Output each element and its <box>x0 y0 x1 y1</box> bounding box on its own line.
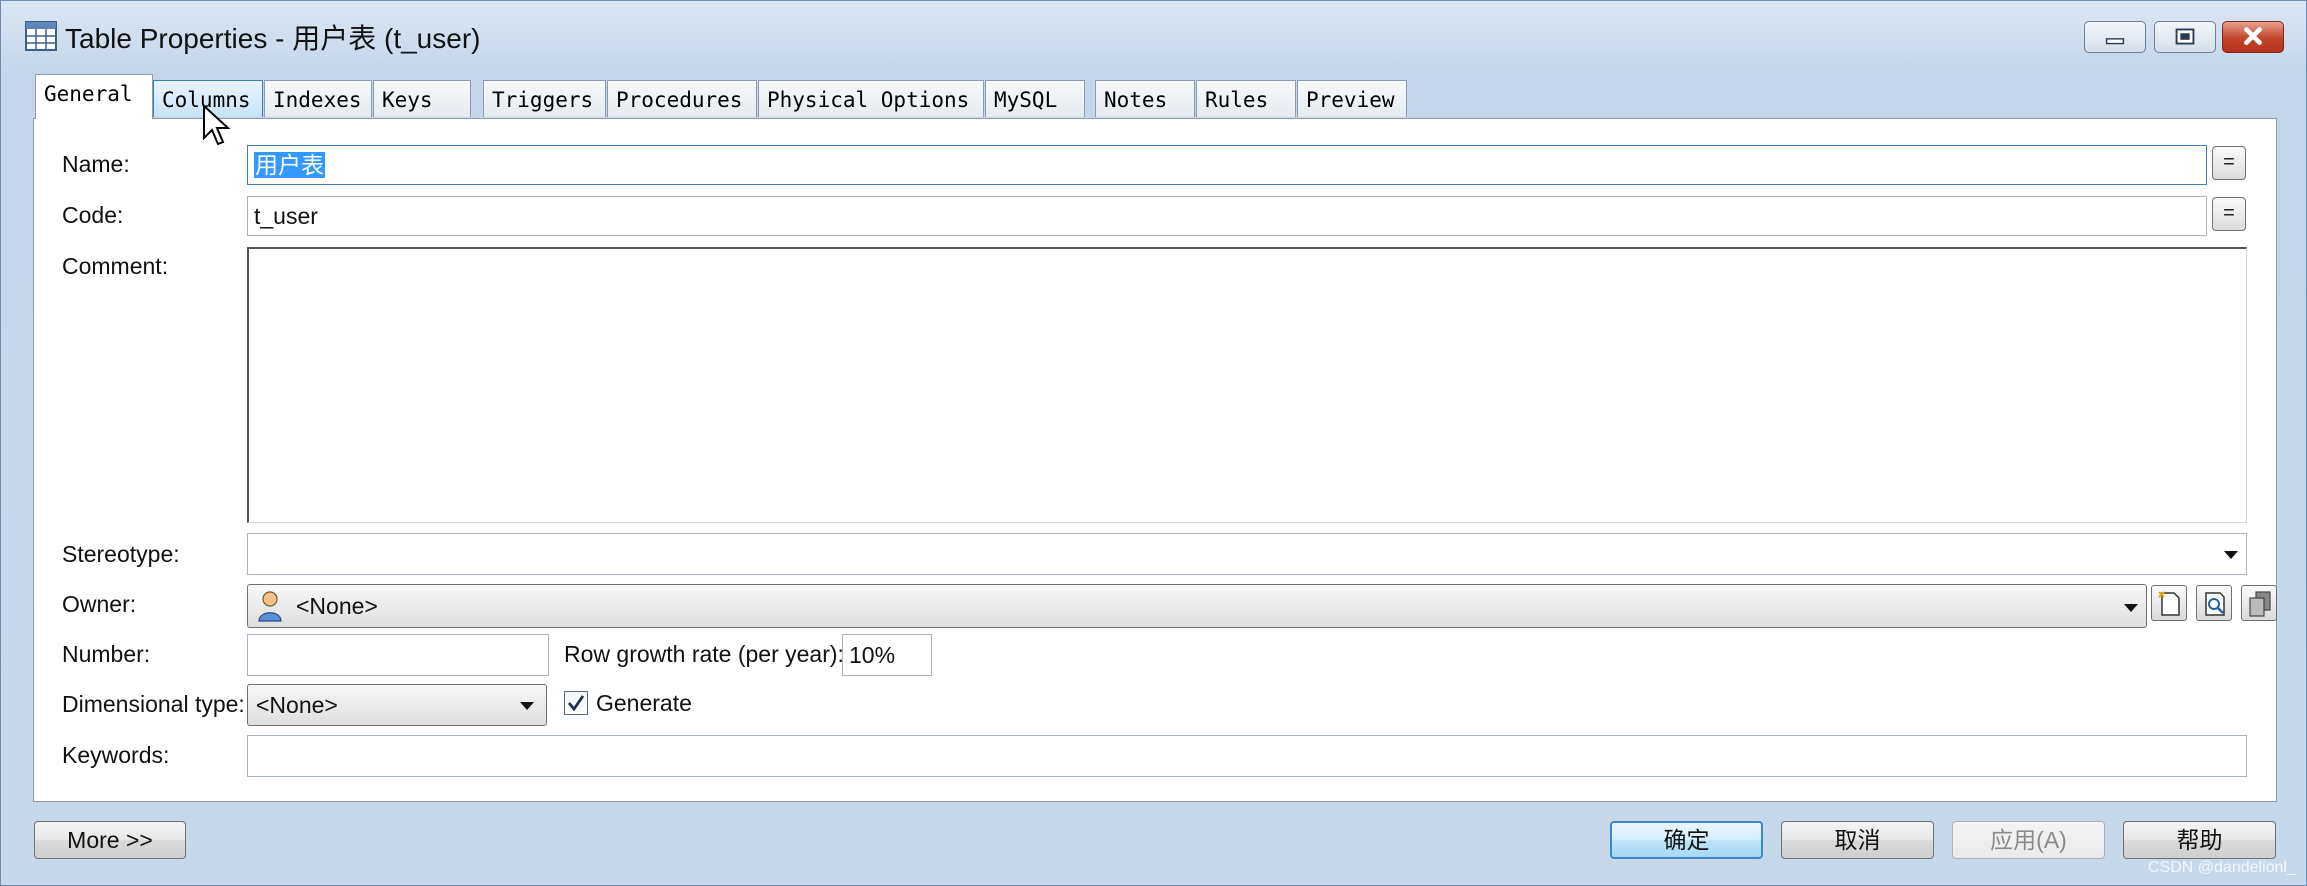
name-selected-text: 用户表 <box>254 152 325 178</box>
minimize-button[interactable] <box>2084 21 2146 53</box>
tab-keys[interactable]: Keys <box>373 80 471 117</box>
title-bar[interactable]: Table Properties - 用户表 (t_user) <box>1 1 2306 69</box>
dimensional-type-value: <None> <box>256 692 338 718</box>
name-label: Name: <box>62 151 130 177</box>
more-button[interactable]: More >> <box>34 821 186 859</box>
dimensional-type-select[interactable]: <None> <box>247 684 547 726</box>
help-button[interactable]: 帮助 <box>2123 821 2276 859</box>
new-document-icon <box>2158 591 2180 616</box>
new-owner-button[interactable] <box>2151 585 2187 621</box>
close-icon <box>2244 27 2262 45</box>
watermark: CSDN @dandelionl_ <box>2148 859 2296 876</box>
window-title: Table Properties - 用户表 (t_user) <box>65 23 481 54</box>
chevron-down-icon <box>520 702 534 710</box>
tab-indexes[interactable]: Indexes <box>264 80 372 117</box>
number-label: Number: <box>62 641 151 667</box>
tab-general[interactable]: General <box>35 74 153 119</box>
properties-icon <box>2249 591 2271 617</box>
tab-rules[interactable]: Rules <box>1196 80 1296 117</box>
minimize-icon <box>2105 38 2125 45</box>
chevron-down-icon <box>2124 604 2138 612</box>
tab-preview[interactable]: Preview <box>1297 80 1407 117</box>
search-document-icon <box>2205 592 2225 616</box>
code-input[interactable]: t_user <box>247 196 2207 236</box>
ok-button[interactable]: 确定 <box>1610 821 1763 859</box>
chevron-down-icon <box>2224 551 2238 559</box>
name-edit-button[interactable]: = <box>2212 146 2246 180</box>
owner-label: Owner: <box>62 591 137 617</box>
general-tab-panel: Name: 用户表 = Code: t_user = Comment: Ster… <box>33 118 2277 802</box>
tab-procedures[interactable]: Procedures <box>607 80 757 117</box>
tab-triggers[interactable]: Triggers <box>483 80 606 117</box>
keywords-label: Keywords: <box>62 742 170 768</box>
row-growth-label: Row growth rate (per year): <box>564 641 844 667</box>
code-edit-button[interactable]: = <box>2212 197 2246 231</box>
number-input[interactable] <box>247 634 549 676</box>
tab-strip: General Columns Indexes Keys Triggers Pr… <box>35 74 1435 119</box>
generate-checkbox[interactable] <box>564 691 588 715</box>
comment-label: Comment: <box>62 253 169 279</box>
generate-label: Generate <box>596 690 692 716</box>
tab-notes[interactable]: Notes <box>1095 80 1195 117</box>
maximize-icon <box>2175 28 2195 45</box>
browse-owner-button[interactable] <box>2196 585 2232 621</box>
user-icon <box>258 591 282 622</box>
name-input[interactable]: 用户表 <box>247 145 2207 185</box>
cancel-button[interactable]: 取消 <box>1781 821 1934 859</box>
table-icon <box>25 21 57 51</box>
comment-textarea[interactable] <box>247 247 2247 523</box>
stereotype-label: Stereotype: <box>62 541 180 567</box>
row-growth-input[interactable]: 10% <box>842 634 932 676</box>
maximize-button[interactable] <box>2154 21 2216 53</box>
table-properties-window: Table Properties - 用户表 (t_user) General … <box>0 0 2307 886</box>
apply-button[interactable]: 应用(A) <box>1952 821 2105 859</box>
tab-physical-options[interactable]: Physical Options <box>758 80 984 117</box>
dimensional-type-label: Dimensional type: <box>62 691 245 717</box>
keywords-input[interactable] <box>247 735 2247 777</box>
owner-value: <None> <box>296 593 378 619</box>
code-label: Code: <box>62 202 124 228</box>
close-button[interactable] <box>2222 21 2284 53</box>
owner-combobox[interactable]: <None> <box>247 584 2147 628</box>
owner-properties-button[interactable] <box>2241 585 2277 621</box>
mouse-cursor-icon <box>203 104 231 146</box>
checkmark-icon <box>567 695 585 712</box>
tab-mysql[interactable]: MySQL <box>985 80 1085 117</box>
stereotype-combobox[interactable] <box>247 533 2247 575</box>
